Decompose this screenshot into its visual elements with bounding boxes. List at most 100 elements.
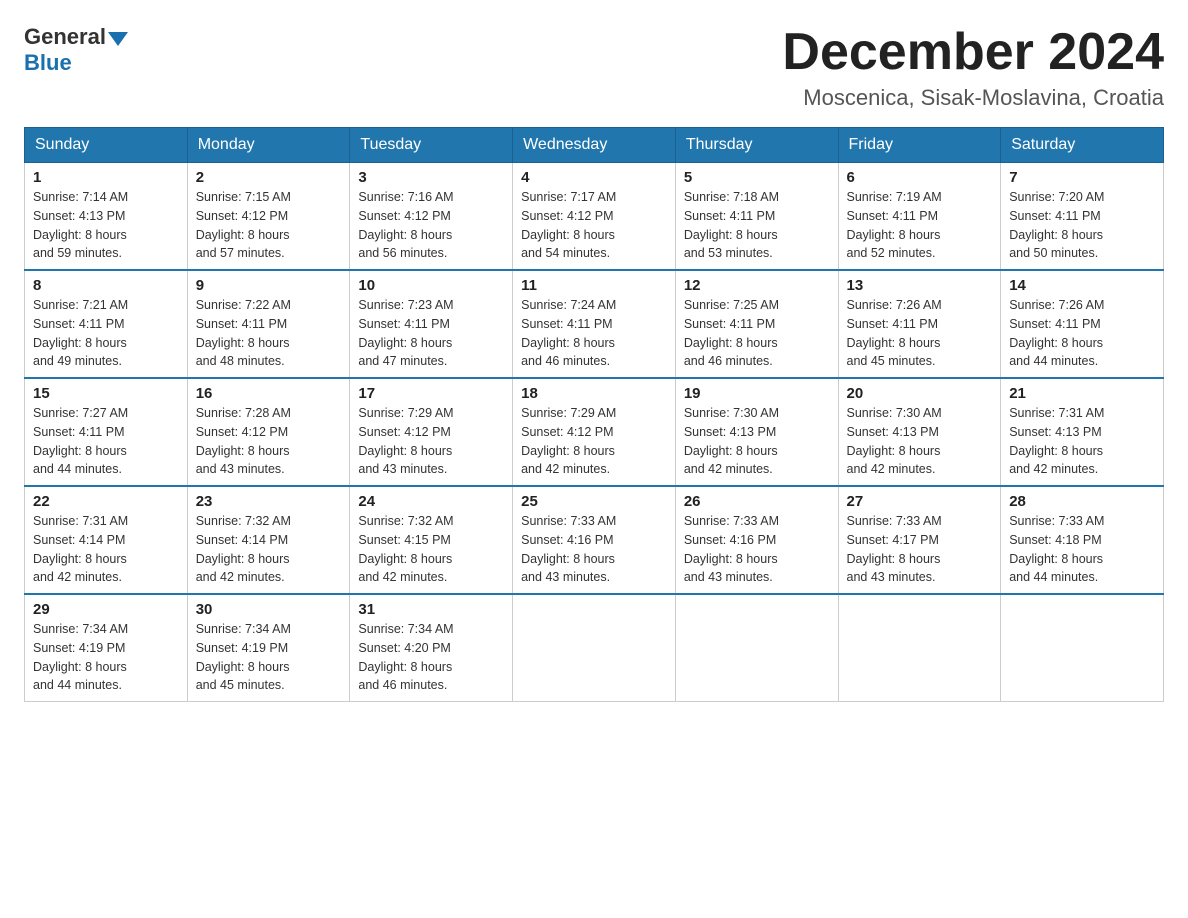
day-cell	[1001, 594, 1164, 702]
day-info: Sunrise: 7:26 AM Sunset: 4:11 PM Dayligh…	[847, 296, 993, 371]
day-info: Sunrise: 7:30 AM Sunset: 4:13 PM Dayligh…	[684, 404, 830, 479]
day-cell: 20 Sunrise: 7:30 AM Sunset: 4:13 PM Dayl…	[838, 378, 1001, 486]
day-info: Sunrise: 7:28 AM Sunset: 4:12 PM Dayligh…	[196, 404, 342, 479]
page-header: General Blue December 2024 Moscenica, Si…	[24, 24, 1164, 111]
day-number: 14	[1009, 277, 1155, 294]
day-cell: 11 Sunrise: 7:24 AM Sunset: 4:11 PM Dayl…	[513, 270, 676, 378]
week-row-3: 15 Sunrise: 7:27 AM Sunset: 4:11 PM Dayl…	[25, 378, 1164, 486]
day-number: 29	[33, 601, 179, 618]
day-cell: 13 Sunrise: 7:26 AM Sunset: 4:11 PM Dayl…	[838, 270, 1001, 378]
day-number: 3	[358, 169, 504, 186]
day-cell: 15 Sunrise: 7:27 AM Sunset: 4:11 PM Dayl…	[25, 378, 188, 486]
day-cell: 19 Sunrise: 7:30 AM Sunset: 4:13 PM Dayl…	[675, 378, 838, 486]
day-info: Sunrise: 7:15 AM Sunset: 4:12 PM Dayligh…	[196, 188, 342, 263]
day-number: 23	[196, 493, 342, 510]
day-number: 9	[196, 277, 342, 294]
day-number: 8	[33, 277, 179, 294]
day-info: Sunrise: 7:29 AM Sunset: 4:12 PM Dayligh…	[358, 404, 504, 479]
day-number: 30	[196, 601, 342, 618]
calendar-header-row: SundayMondayTuesdayWednesdayThursdayFrid…	[25, 128, 1164, 163]
day-cell: 1 Sunrise: 7:14 AM Sunset: 4:13 PM Dayli…	[25, 163, 188, 271]
day-number: 17	[358, 385, 504, 402]
calendar-table: SundayMondayTuesdayWednesdayThursdayFrid…	[24, 127, 1164, 702]
day-cell: 25 Sunrise: 7:33 AM Sunset: 4:16 PM Dayl…	[513, 486, 676, 594]
day-number: 19	[684, 385, 830, 402]
day-info: Sunrise: 7:18 AM Sunset: 4:11 PM Dayligh…	[684, 188, 830, 263]
day-number: 1	[33, 169, 179, 186]
day-cell: 9 Sunrise: 7:22 AM Sunset: 4:11 PM Dayli…	[187, 270, 350, 378]
col-header-monday: Monday	[187, 128, 350, 163]
day-cell: 30 Sunrise: 7:34 AM Sunset: 4:19 PM Dayl…	[187, 594, 350, 702]
day-info: Sunrise: 7:33 AM Sunset: 4:16 PM Dayligh…	[521, 512, 667, 587]
col-header-thursday: Thursday	[675, 128, 838, 163]
day-info: Sunrise: 7:30 AM Sunset: 4:13 PM Dayligh…	[847, 404, 993, 479]
day-info: Sunrise: 7:17 AM Sunset: 4:12 PM Dayligh…	[521, 188, 667, 263]
day-cell: 22 Sunrise: 7:31 AM Sunset: 4:14 PM Dayl…	[25, 486, 188, 594]
day-number: 15	[33, 385, 179, 402]
day-cell: 16 Sunrise: 7:28 AM Sunset: 4:12 PM Dayl…	[187, 378, 350, 486]
day-number: 22	[33, 493, 179, 510]
month-title: December 2024	[782, 24, 1164, 81]
day-number: 10	[358, 277, 504, 294]
day-cell: 12 Sunrise: 7:25 AM Sunset: 4:11 PM Dayl…	[675, 270, 838, 378]
day-cell	[513, 594, 676, 702]
day-cell: 18 Sunrise: 7:29 AM Sunset: 4:12 PM Dayl…	[513, 378, 676, 486]
day-info: Sunrise: 7:20 AM Sunset: 4:11 PM Dayligh…	[1009, 188, 1155, 263]
col-header-saturday: Saturday	[1001, 128, 1164, 163]
day-info: Sunrise: 7:16 AM Sunset: 4:12 PM Dayligh…	[358, 188, 504, 263]
day-cell: 2 Sunrise: 7:15 AM Sunset: 4:12 PM Dayli…	[187, 163, 350, 271]
day-info: Sunrise: 7:34 AM Sunset: 4:19 PM Dayligh…	[33, 620, 179, 695]
day-cell: 7 Sunrise: 7:20 AM Sunset: 4:11 PM Dayli…	[1001, 163, 1164, 271]
day-number: 2	[196, 169, 342, 186]
day-number: 16	[196, 385, 342, 402]
day-cell	[838, 594, 1001, 702]
logo-general-text: General	[24, 24, 106, 50]
day-number: 20	[847, 385, 993, 402]
day-number: 31	[358, 601, 504, 618]
day-info: Sunrise: 7:22 AM Sunset: 4:11 PM Dayligh…	[196, 296, 342, 371]
day-info: Sunrise: 7:14 AM Sunset: 4:13 PM Dayligh…	[33, 188, 179, 263]
day-number: 28	[1009, 493, 1155, 510]
day-info: Sunrise: 7:24 AM Sunset: 4:11 PM Dayligh…	[521, 296, 667, 371]
week-row-1: 1 Sunrise: 7:14 AM Sunset: 4:13 PM Dayli…	[25, 163, 1164, 271]
day-cell: 24 Sunrise: 7:32 AM Sunset: 4:15 PM Dayl…	[350, 486, 513, 594]
day-number: 24	[358, 493, 504, 510]
day-number: 18	[521, 385, 667, 402]
day-info: Sunrise: 7:32 AM Sunset: 4:14 PM Dayligh…	[196, 512, 342, 587]
day-number: 13	[847, 277, 993, 294]
day-info: Sunrise: 7:34 AM Sunset: 4:20 PM Dayligh…	[358, 620, 504, 695]
day-info: Sunrise: 7:23 AM Sunset: 4:11 PM Dayligh…	[358, 296, 504, 371]
title-block: December 2024 Moscenica, Sisak-Moslavina…	[782, 24, 1164, 111]
day-info: Sunrise: 7:29 AM Sunset: 4:12 PM Dayligh…	[521, 404, 667, 479]
day-info: Sunrise: 7:33 AM Sunset: 4:16 PM Dayligh…	[684, 512, 830, 587]
day-number: 11	[521, 277, 667, 294]
logo-blue-text: Blue	[24, 50, 72, 75]
day-number: 25	[521, 493, 667, 510]
day-cell: 10 Sunrise: 7:23 AM Sunset: 4:11 PM Dayl…	[350, 270, 513, 378]
day-info: Sunrise: 7:25 AM Sunset: 4:11 PM Dayligh…	[684, 296, 830, 371]
day-number: 7	[1009, 169, 1155, 186]
col-header-sunday: Sunday	[25, 128, 188, 163]
week-row-5: 29 Sunrise: 7:34 AM Sunset: 4:19 PM Dayl…	[25, 594, 1164, 702]
day-cell: 3 Sunrise: 7:16 AM Sunset: 4:12 PM Dayli…	[350, 163, 513, 271]
day-info: Sunrise: 7:31 AM Sunset: 4:13 PM Dayligh…	[1009, 404, 1155, 479]
day-cell: 27 Sunrise: 7:33 AM Sunset: 4:17 PM Dayl…	[838, 486, 1001, 594]
day-info: Sunrise: 7:32 AM Sunset: 4:15 PM Dayligh…	[358, 512, 504, 587]
day-info: Sunrise: 7:34 AM Sunset: 4:19 PM Dayligh…	[196, 620, 342, 695]
day-cell: 28 Sunrise: 7:33 AM Sunset: 4:18 PM Dayl…	[1001, 486, 1164, 594]
logo-arrow-icon	[108, 32, 128, 46]
day-number: 26	[684, 493, 830, 510]
day-number: 6	[847, 169, 993, 186]
col-header-friday: Friday	[838, 128, 1001, 163]
day-number: 21	[1009, 385, 1155, 402]
day-cell	[675, 594, 838, 702]
day-cell: 26 Sunrise: 7:33 AM Sunset: 4:16 PM Dayl…	[675, 486, 838, 594]
day-cell: 4 Sunrise: 7:17 AM Sunset: 4:12 PM Dayli…	[513, 163, 676, 271]
logo: General Blue	[24, 24, 130, 76]
day-info: Sunrise: 7:31 AM Sunset: 4:14 PM Dayligh…	[33, 512, 179, 587]
day-cell: 21 Sunrise: 7:31 AM Sunset: 4:13 PM Dayl…	[1001, 378, 1164, 486]
day-number: 5	[684, 169, 830, 186]
day-info: Sunrise: 7:19 AM Sunset: 4:11 PM Dayligh…	[847, 188, 993, 263]
col-header-wednesday: Wednesday	[513, 128, 676, 163]
day-info: Sunrise: 7:27 AM Sunset: 4:11 PM Dayligh…	[33, 404, 179, 479]
